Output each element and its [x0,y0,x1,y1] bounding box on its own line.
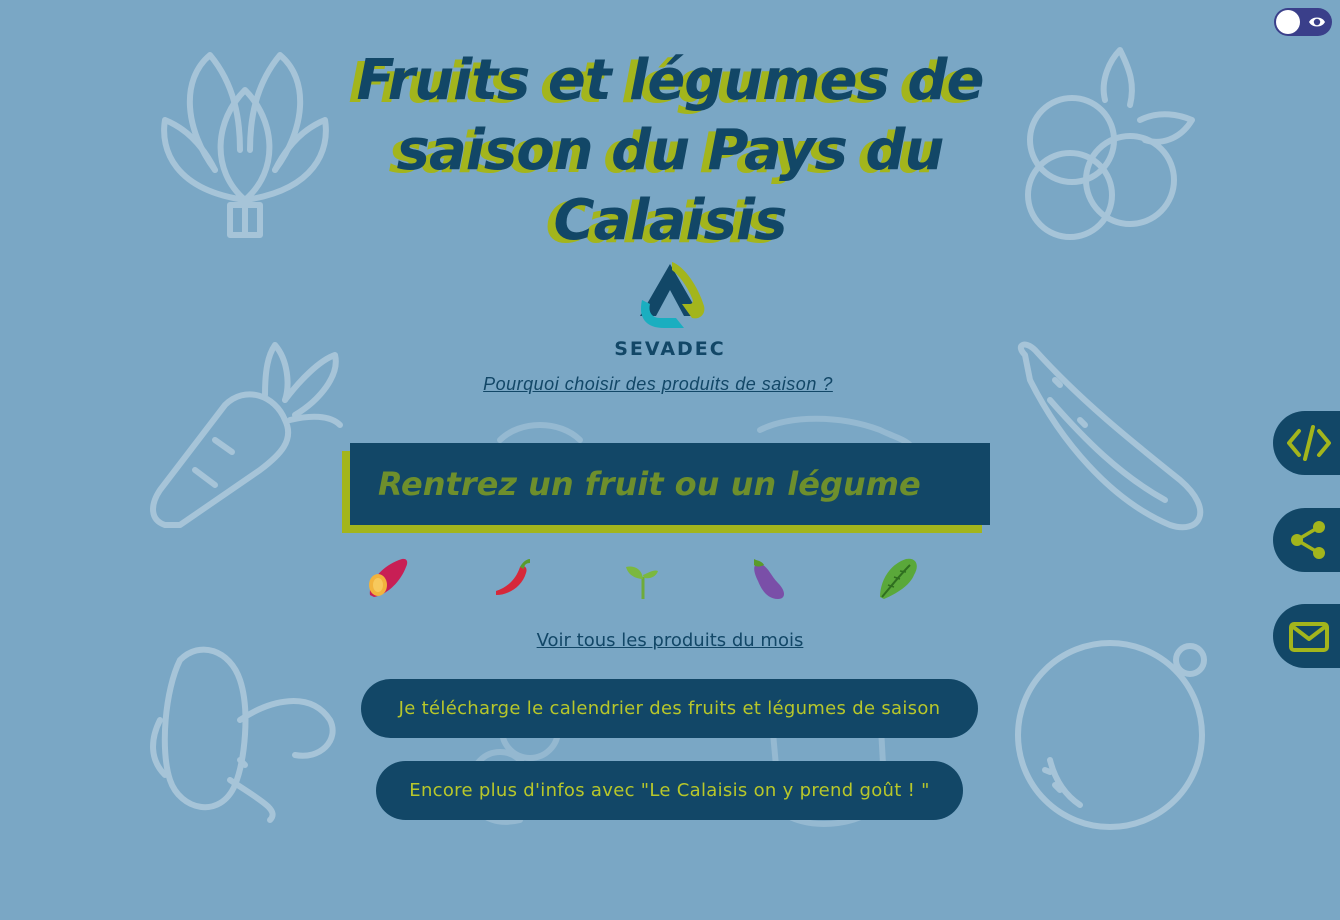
month-products-link[interactable]: Voir tous les produits du mois [350,630,990,651]
eggplant-icon[interactable] [746,553,796,603]
cucumber-illustration [1017,341,1204,531]
share-button[interactable] [1273,508,1340,572]
product-search-input[interactable] [350,443,990,525]
why-seasonal-link[interactable]: Pourquoi choisir des produits de saison … [350,374,966,395]
carrot-illustration [150,342,343,528]
contrast-toggle[interactable] [1274,8,1332,36]
logo-text: SEVADEC [614,338,726,360]
lemon-illustration [1015,640,1207,830]
share-icon [1291,521,1325,559]
mail-icon [1289,622,1329,652]
lettuce-icon[interactable] [874,553,924,603]
download-calendar-button[interactable]: Je télécharge le calendrier des fruits e… [361,679,978,738]
artichoke-illustration [161,52,329,238]
sweet-potato-icon[interactable] [362,553,412,603]
chili-pepper-icon[interactable] [490,553,540,603]
berries-illustration [1025,47,1195,240]
more-info-button[interactable]: Encore plus d'infos avec "Le Calaisis on… [376,761,963,820]
sprout-icon[interactable] [618,553,668,603]
eye-icon [1309,17,1325,27]
toggle-knob [1276,10,1300,34]
ginger-illustration [150,646,336,823]
page-title: Fruits et légumes de saison du Pays du C… [356,48,985,253]
sevadec-logo-mark [640,262,705,328]
email-button[interactable] [1273,604,1340,668]
sevadec-logo: SEVADEC [612,258,728,362]
embed-code-button[interactable] [1273,411,1340,475]
code-icon [1287,425,1331,461]
